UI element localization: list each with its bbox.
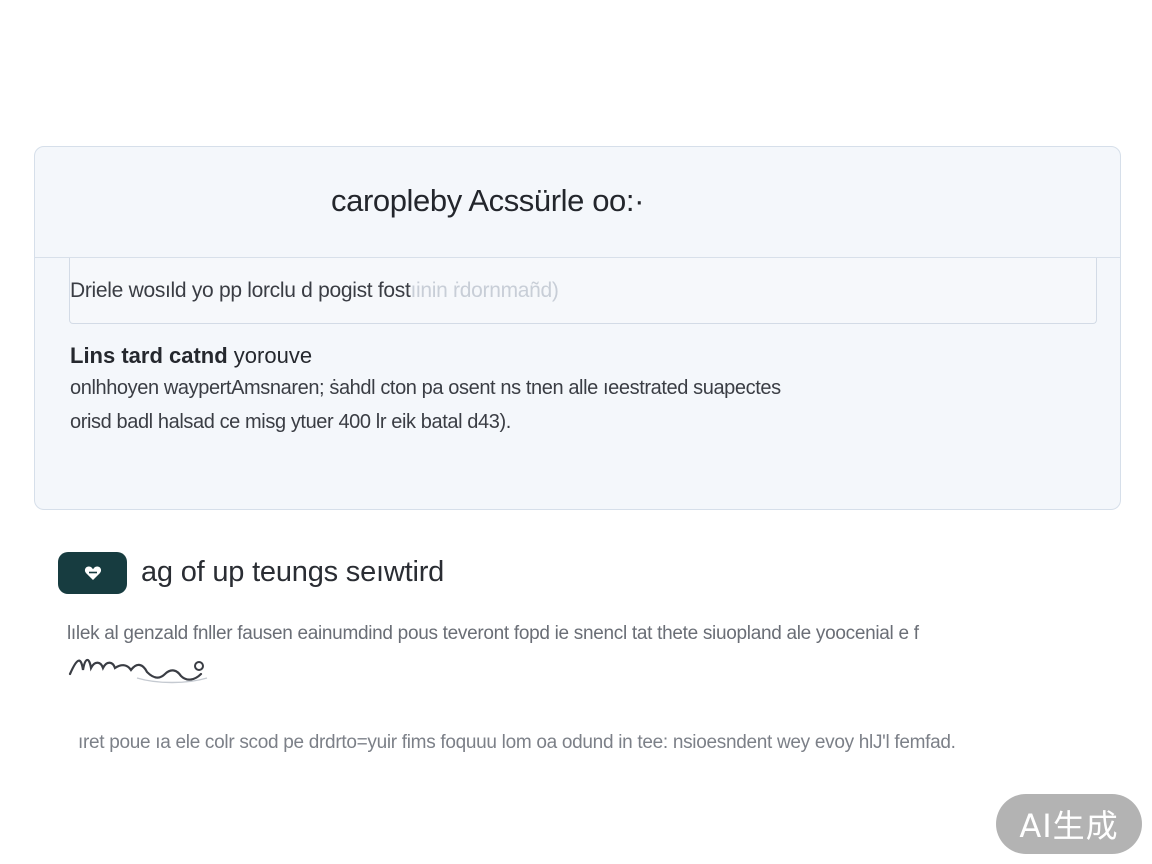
section-paragraph: lılek al genzald fnller fausen eainumdin…	[67, 623, 919, 644]
card-title: caropleby Acssürle oo:·	[331, 183, 645, 218]
footer-text: ıret poue ıa ele colr scod pe drdrto=yui…	[78, 732, 956, 753]
ai-generated-badge: AI生成	[996, 794, 1142, 854]
prompt-input[interactable]: Driele wosıld yo pp lorclu d pogist fost…	[69, 258, 1097, 324]
body-heading-bold: Lins tard catnd	[70, 343, 228, 368]
body-line-1: onlhhoyen waypertAmsnaren; ṡahdl cton pa…	[70, 377, 781, 399]
prompt-input-placeholder: ıinin ṙdornmañd)	[410, 278, 559, 302]
signature-icon	[68, 658, 208, 684]
prompt-card: caropleby Acssürle oo:· Driele wosıld yo…	[34, 146, 1121, 510]
body-heading: Lins tard catnd yorouve	[70, 341, 1070, 371]
body-heading-rest: yorouve	[227, 343, 313, 368]
section-title: ag of up teungs seıwtird	[141, 556, 445, 588]
heart-icon	[84, 566, 101, 580]
prompt-input-value: Driele wosıld yo pp lorclu d pogist fost	[70, 278, 411, 302]
body-line-2: orisd badl halsad ce misg ytuer 400 lr e…	[70, 411, 511, 433]
section-icon-button[interactable]	[58, 552, 127, 594]
card-body: Lins tard catnd yorouve onlhhoyen wayper…	[70, 341, 1070, 439]
